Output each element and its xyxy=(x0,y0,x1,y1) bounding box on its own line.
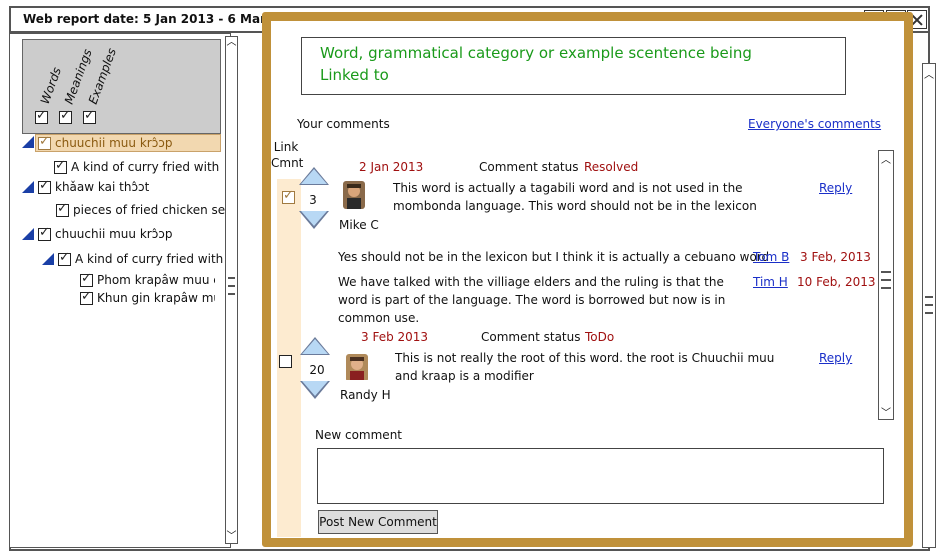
filter-box: Words Meanings Examples xyxy=(22,39,221,134)
reply-author-link[interactable]: Tim H xyxy=(753,275,788,289)
scroll-grip xyxy=(925,312,933,314)
tree-item-meaning[interactable]: A kind of curry fried with xyxy=(42,250,224,266)
lexicon-tree-panel: Words Meanings Examples chuuchii muu krɔ… xyxy=(9,33,238,548)
vote-up-icon[interactable] xyxy=(299,167,329,185)
chevron-up-icon[interactable]: ︿ xyxy=(879,151,893,166)
reply-date: 10 Feb, 2013 xyxy=(797,275,876,289)
reply-author-link[interactable]: Tom B xyxy=(753,250,789,264)
reply-text: Yes should not be in the lexicon but I t… xyxy=(338,250,770,264)
vote-down-icon[interactable] xyxy=(299,211,329,229)
new-comment-input[interactable] xyxy=(317,448,884,504)
link-col-line-1: Link xyxy=(273,140,299,154)
heading-line-2: Linked to xyxy=(320,66,389,84)
tree-item-label: Khun gin krapâw muu xyxy=(97,291,215,305)
tree-item-label: Phom krapâw muu ch xyxy=(97,273,215,287)
comment-date: 2 Jan 2013 xyxy=(359,160,424,174)
tree-item-meaning[interactable]: pieces of fried chicken se xyxy=(56,201,226,217)
tree-checkbox[interactable] xyxy=(58,250,71,266)
tree-item-label: A kind of curry fried with xyxy=(71,160,220,174)
chevron-up-icon[interactable]: ︿ xyxy=(226,37,237,49)
avatar xyxy=(346,354,368,382)
expand-triangle-icon[interactable] xyxy=(22,228,34,240)
tree-checkbox[interactable] xyxy=(38,225,51,241)
comments-scrollbar[interactable]: ︿ ﹀ xyxy=(878,150,894,420)
reply-text: We have talked with the villiage elders … xyxy=(338,275,726,325)
reply-link[interactable]: Reply xyxy=(819,181,852,195)
link-comment-checkbox[interactable] xyxy=(282,188,295,204)
post-new-comment-button[interactable]: Post New Comment xyxy=(318,510,438,534)
tree-item-example[interactable]: Khun gin krapâw muu xyxy=(80,289,215,305)
scroll-grip xyxy=(881,279,891,281)
filter-meanings-checkbox[interactable] xyxy=(59,108,72,124)
chevron-up-icon[interactable]: ︿ xyxy=(923,66,935,81)
tree-checkbox[interactable] xyxy=(38,134,51,150)
comment-author: Mike C xyxy=(339,218,379,232)
tree-item-label: A kind of curry fried with xyxy=(75,252,224,266)
your-comments-label: Your comments xyxy=(297,117,390,131)
tree-checkbox[interactable] xyxy=(80,271,93,287)
window-title: Web report date: 5 Jan 2013 - 6 Mar xyxy=(23,12,267,26)
tree-checkbox[interactable] xyxy=(80,289,93,305)
avatar xyxy=(343,181,365,209)
comments-dialog: Word, grammatical category or example sc… xyxy=(262,12,913,547)
comment-date: 3 Feb 2013 xyxy=(361,330,429,344)
linked-item-heading: Word, grammatical category or example sc… xyxy=(320,42,752,86)
tree-item-word[interactable]: chuuchii muu krɔ̂ɔp xyxy=(22,225,173,241)
comment-text: This word is actually a tagabili word an… xyxy=(393,181,757,213)
chevron-down-icon[interactable]: ﹀ xyxy=(226,531,237,543)
window-scrollbar[interactable]: ︿ xyxy=(922,63,936,548)
expand-triangle-icon[interactable] xyxy=(22,136,34,148)
filter-examples-checkbox[interactable] xyxy=(83,108,96,124)
tree-scrollbar[interactable]: ︿ ﹀ xyxy=(225,36,238,544)
comment-status-label: Comment status xyxy=(481,330,581,344)
scroll-grip xyxy=(228,277,235,279)
filter-words-checkbox[interactable] xyxy=(35,108,48,124)
expand-triangle-icon[interactable] xyxy=(22,181,34,193)
vote-down-icon[interactable] xyxy=(300,381,330,399)
linked-item-box: Word, grammatical category or example sc… xyxy=(301,37,846,95)
scroll-grip xyxy=(925,304,933,306)
scroll-grip xyxy=(881,287,891,289)
link-col-line-2: Cmnt xyxy=(271,156,304,170)
tree-item-word-selected[interactable]: chuuchii muu krɔ̂ɔp xyxy=(35,134,221,152)
tree-item-word[interactable] xyxy=(22,136,34,148)
filter-words-label: Words xyxy=(37,65,65,106)
comment-status-value: Resolved xyxy=(584,160,639,174)
tree-checkbox[interactable] xyxy=(56,201,69,217)
tree-item-label: chuuchii muu krɔ̂ɔp xyxy=(55,136,173,150)
new-comment-label: New comment xyxy=(315,428,402,442)
tree-item-label: pieces of fried chicken se xyxy=(73,203,226,217)
tree-item-example[interactable]: Phom krapâw muu ch xyxy=(80,271,215,287)
scroll-grip xyxy=(228,293,235,295)
tree-checkbox[interactable] xyxy=(38,178,51,194)
scroll-grip xyxy=(228,285,235,287)
chevron-down-icon[interactable]: ﹀ xyxy=(879,404,893,419)
comment-status-label: Comment status xyxy=(479,160,579,174)
tree-checkbox[interactable] xyxy=(54,158,67,174)
expand-triangle-icon[interactable] xyxy=(42,253,54,265)
tree-item-label: khǎaw kai thɔ̂ɔt xyxy=(55,180,150,194)
everyones-comments-link[interactable]: Everyone's comments xyxy=(748,117,881,131)
comment-text: This is not really the root of this word… xyxy=(395,351,775,383)
scroll-grip xyxy=(881,271,891,273)
reply-link[interactable]: Reply xyxy=(819,351,852,365)
scroll-grip xyxy=(925,296,933,298)
vote-count: 3 xyxy=(309,193,317,207)
tree-item-label: chuuchii muu krɔ̂ɔp xyxy=(55,227,173,241)
link-column-header: Link Cmnt xyxy=(271,139,304,171)
vote-up-icon[interactable] xyxy=(300,337,330,355)
reply-date: 3 Feb, 2013 xyxy=(800,250,871,264)
vote-count: 20 xyxy=(309,363,325,377)
comment-status-value: ToDo xyxy=(585,330,615,344)
tree-item-word[interactable]: khǎaw kai thɔ̂ɔt xyxy=(22,178,150,194)
tree-item-meaning[interactable]: A kind of curry fried with xyxy=(54,158,220,174)
comment-author: Randy H xyxy=(340,388,391,402)
heading-line-1: Word, grammatical category or example sc… xyxy=(320,44,752,62)
link-comment-checkbox[interactable] xyxy=(279,355,292,368)
